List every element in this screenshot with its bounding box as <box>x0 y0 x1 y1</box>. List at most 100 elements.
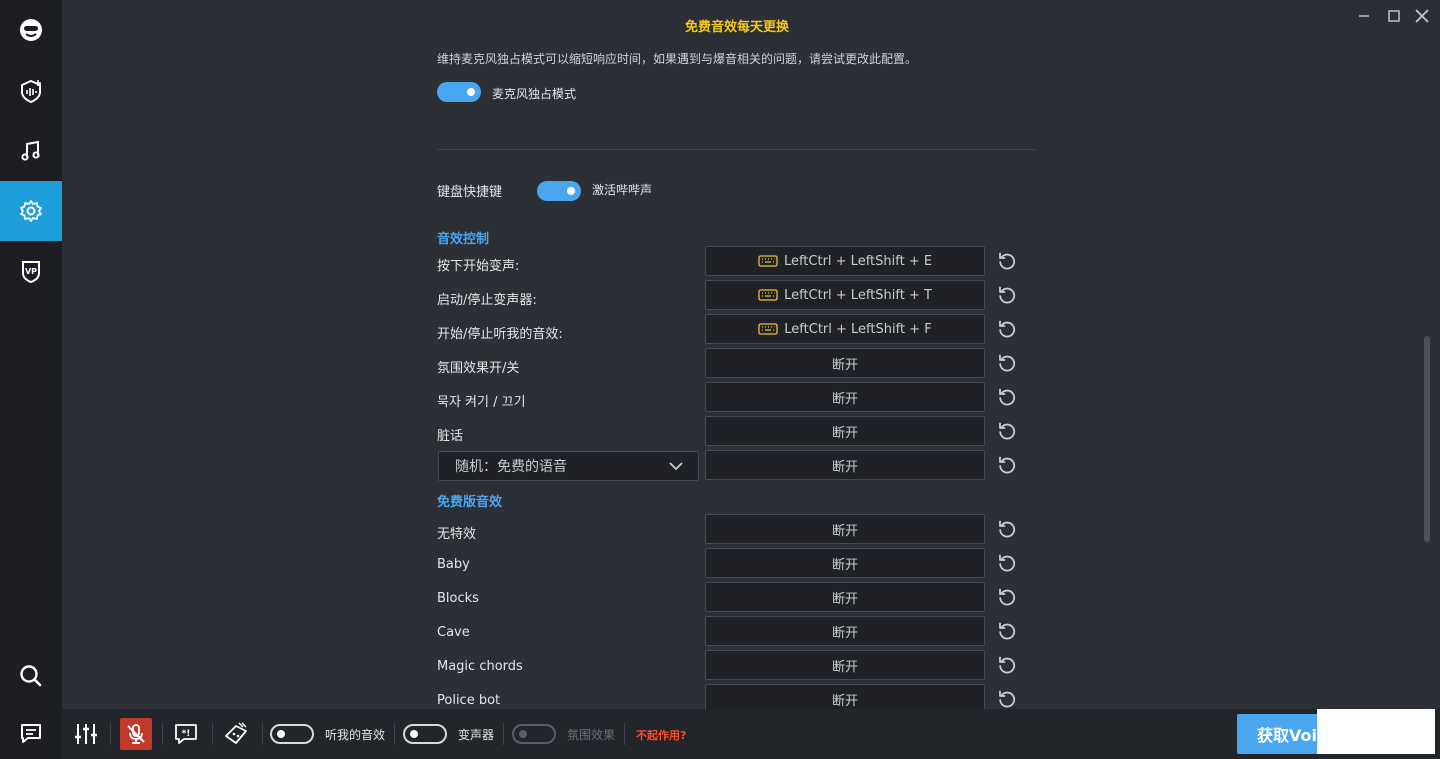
mic-exclusive-label: 麦克风独占模式 <box>492 87 577 101</box>
shortcut-value: 断开 <box>831 693 858 709</box>
close-button[interactable] <box>1411 6 1433 26</box>
shortcut-value: 断开 <box>831 523 858 539</box>
shortcut-value: 断开 <box>831 391 858 407</box>
mic-off-icon <box>127 724 145 744</box>
rail-item-soundboard[interactable] <box>0 121 62 181</box>
chat-icon <box>21 724 41 743</box>
avatar-mask-icon <box>20 19 42 41</box>
maximize-icon <box>1388 10 1400 22</box>
shortcut-field-hear-myself[interactable]: LeftCtrl + LeftShift + F <box>705 314 985 344</box>
shortcut-value: 断开 <box>831 659 858 675</box>
shortcut-field-profanity[interactable]: 断开 <box>705 416 985 446</box>
voice-shield-plus-icon <box>21 79 41 104</box>
censor-button[interactable]: *! <box>170 718 202 750</box>
shortcut-field-effect-blocks[interactable]: 断开 <box>705 582 985 612</box>
voice-changer-label: 变声器 <box>458 728 495 742</box>
hear-myself-toggle[interactable] <box>270 724 314 744</box>
censor-bubble-icon: *! <box>175 724 197 744</box>
shortcut-field-mute-toggle[interactable]: 断开 <box>705 382 985 412</box>
shortcut-label-mute-toggle: 묵자 켜기 / 끄기 <box>437 395 526 410</box>
keyboard-shortcuts-label: 键盘快捷键 <box>437 185 503 200</box>
shortcut-field-random-voice[interactable]: 断开 <box>705 450 985 480</box>
shortcut-field-ambience[interactable]: 断开 <box>705 348 985 378</box>
get-voicemod-pro-button[interactable]: 获取Voicemod Pro <box>1237 714 1327 754</box>
reset-icon[interactable] <box>997 519 1017 539</box>
shortcut-value: LeftCtrl + LeftShift + F <box>784 321 932 337</box>
reset-icon[interactable] <box>997 587 1017 607</box>
rail-item-search[interactable] <box>0 646 62 706</box>
sliders-icon <box>75 724 97 744</box>
reset-icon[interactable] <box>997 553 1017 573</box>
keyboard-icon <box>758 289 778 301</box>
maximize-button[interactable] <box>1383 6 1405 26</box>
keyboard-icon <box>758 323 778 335</box>
close-icon <box>1415 9 1429 23</box>
gear-icon <box>20 200 42 222</box>
mic-exclusive-toggle[interactable] <box>437 82 481 102</box>
shortcut-label-toggle-voice-changer: 启动/停止变声器: <box>437 293 537 308</box>
effect-label-baby: Baby <box>437 557 470 572</box>
reset-icon[interactable] <box>997 285 1017 305</box>
rail-item-profile[interactable] <box>0 0 62 60</box>
reset-icon[interactable] <box>997 421 1017 441</box>
toolbar-separator <box>162 723 163 745</box>
shortcut-field-effect-none[interactable]: 断开 <box>705 514 985 544</box>
shortcut-field-effect-magic-chords[interactable]: 断开 <box>705 650 985 680</box>
rail-item-feedback[interactable] <box>0 703 62 759</box>
sound-control-heading: 音效控制 <box>437 232 490 247</box>
page-title: 免费音效每天更换 <box>684 20 789 35</box>
vp-shield-icon: VP <box>22 261 40 284</box>
reset-icon[interactable] <box>997 621 1017 641</box>
shortcut-field-toggle-voice-changer[interactable]: LeftCtrl + LeftShift + T <box>705 280 985 310</box>
shortcut-value: 断开 <box>831 459 858 475</box>
toolbar-separator <box>624 723 625 745</box>
toolbar-separator <box>212 723 213 745</box>
shortcut-field-effect-baby[interactable]: 断开 <box>705 548 985 578</box>
shortcut-label-hear-myself: 开始/停止听我的音效: <box>437 327 563 342</box>
shortcut-value: LeftCtrl + LeftShift + E <box>783 253 933 269</box>
minimize-icon <box>1359 15 1369 17</box>
rail-item-voicebox[interactable] <box>0 61 62 121</box>
shortcut-value: 断开 <box>831 591 858 607</box>
reset-icon[interactable] <box>997 353 1017 373</box>
minimize-button[interactable] <box>1353 6 1375 26</box>
ambience-toggle[interactable] <box>512 724 556 744</box>
random-voice-dropdown[interactable]: 随机：免费的语音 <box>438 451 699 481</box>
shortcut-field-push-to-talk[interactable]: LeftCtrl + LeftShift + E <box>705 246 985 276</box>
rail-item-settings[interactable] <box>0 181 62 241</box>
reset-icon[interactable] <box>997 319 1017 339</box>
effect-label-blocks: Blocks <box>437 591 479 606</box>
ambience-label: 氛围效果 <box>567 728 616 742</box>
not-working-link[interactable]: 不起作用? <box>636 727 686 743</box>
keyboard-icon <box>758 255 778 267</box>
svg-text:*!: *! <box>182 729 191 739</box>
reset-icon[interactable] <box>997 655 1017 675</box>
rail-item-pro[interactable]: VP <box>0 241 62 301</box>
shortcut-label-ambience: 氛围效果开/关 <box>437 361 520 376</box>
reset-icon[interactable] <box>997 387 1017 407</box>
reset-icon[interactable] <box>997 455 1017 475</box>
reset-icon[interactable] <box>997 689 1017 709</box>
equalizer-button[interactable] <box>70 718 102 750</box>
shortcut-value: 断开 <box>831 425 858 441</box>
shortcut-label-profanity: 脏话 <box>437 429 464 444</box>
overlay-block <box>1317 709 1435 754</box>
shortcut-label-push-to-talk: 按下开始变声: <box>437 259 520 274</box>
svg-text:VP: VP <box>25 267 37 276</box>
toolbar-separator <box>503 723 504 745</box>
section-divider <box>437 149 1037 150</box>
shortcut-value: LeftCtrl + LeftShift + T <box>784 287 932 303</box>
chevron-down-icon <box>669 462 683 471</box>
reset-icon[interactable] <box>997 251 1017 271</box>
voicemod-settings-window: VP 免费音效每天更换 维持麦克风独占模式可以缩短响应时间，如果遇到与爆音相关的… <box>0 0 1440 759</box>
mic-mute-button[interactable] <box>120 718 152 750</box>
toolbar-separator <box>394 723 395 745</box>
shortcut-field-effect-cave[interactable]: 断开 <box>705 616 985 646</box>
random-voice-button[interactable] <box>220 718 252 750</box>
voice-changer-toggle[interactable] <box>403 724 447 744</box>
hear-myself-label: 听我的音效 <box>325 728 386 742</box>
scrollbar-thumb[interactable] <box>1424 336 1430 542</box>
search-icon <box>20 665 42 687</box>
effect-label-police-bot: Police bot <box>437 693 501 708</box>
beep-toggle[interactable] <box>537 181 581 201</box>
